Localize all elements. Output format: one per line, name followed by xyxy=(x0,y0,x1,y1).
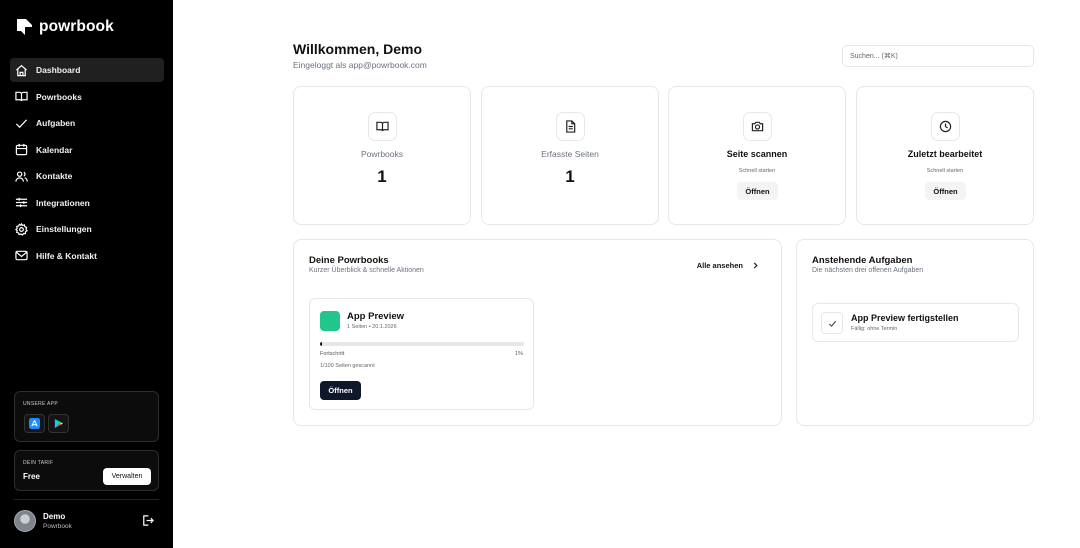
sidebar-divider xyxy=(14,499,159,500)
sidebar-item-dashboard[interactable]: Dashboard xyxy=(10,58,164,82)
action-label: Seite scannen xyxy=(726,149,788,159)
sidebar-item-integrationen[interactable]: Integrationen xyxy=(10,191,164,215)
book-meta: 1 Seiten • 20.1.2026 xyxy=(347,324,397,330)
stat-card-powrbooks[interactable]: Powrbooks 1 xyxy=(293,86,471,225)
sidebar-item-label: Hilfe & Kontakt xyxy=(36,250,97,261)
user-org: Powrbook xyxy=(43,523,72,530)
task-due: Fällig: ohne Termin xyxy=(851,326,898,332)
stat-card-erfasste-seiten[interactable]: Erfasste Seiten 1 xyxy=(481,86,659,225)
panel-title: Deine Powrbooks xyxy=(309,255,389,266)
book-open-icon xyxy=(368,112,397,141)
sidebar-nav: Dashboard Powrbooks Aufgaben Kalendar Ko… xyxy=(10,58,164,270)
sidebar-item-kalendar[interactable]: Kalendar xyxy=(10,138,164,162)
panel-subtitle: Kurzer Überblick & schnelle Aktionen xyxy=(309,267,424,274)
avatar xyxy=(14,510,36,532)
plan-box: DEIN TARIF Free Verwalten xyxy=(14,450,159,491)
book-icon xyxy=(15,91,28,102)
task-item[interactable]: App Preview fertigstellen Fällig: ohne T… xyxy=(812,303,1019,342)
open-book-button[interactable]: Öffnen xyxy=(320,381,361,400)
pages-scanned: 1/100 Seiten gescannt xyxy=(320,363,375,369)
task-checkbox[interactable] xyxy=(821,312,843,334)
check-icon xyxy=(828,320,836,327)
stat-value: 1 xyxy=(565,167,575,186)
tasks-panel: Anstehende Aufgaben Die nächsten drei of… xyxy=(796,239,1034,426)
powrbooks-panel: Deine Powrbooks Kurzer Überblick & schne… xyxy=(293,239,782,426)
recent-open-button[interactable]: Öffnen xyxy=(925,182,966,200)
calendar-icon xyxy=(15,143,28,156)
progress-bar xyxy=(320,342,524,346)
action-card-scan: Seite scannen Schnell starten Öffnen xyxy=(668,86,846,225)
sidebar-item-kontakte[interactable]: Kontakte xyxy=(10,164,164,188)
sidebar-item-label: Dashboard xyxy=(36,65,81,75)
panel-title: Anstehende Aufgaben xyxy=(812,255,913,266)
user-profile[interactable]: Demo Powrbook xyxy=(14,510,72,532)
sidebar-item-label: Integrationen xyxy=(36,197,90,208)
scan-open-button[interactable]: Öffnen xyxy=(737,182,778,200)
plan-caption: DEIN TARIF xyxy=(23,460,54,466)
app-store-button[interactable] xyxy=(24,414,45,433)
users-icon xyxy=(15,170,28,182)
sidebar-item-einstellungen[interactable]: Einstellungen xyxy=(10,217,164,241)
search-input[interactable] xyxy=(842,45,1034,67)
file-text-icon xyxy=(556,112,585,141)
sliders-icon xyxy=(15,197,28,208)
sidebar-item-label: Aufgaben xyxy=(36,118,76,128)
stat-value: 1 xyxy=(377,167,387,186)
view-all-link[interactable]: Alle ansehen xyxy=(697,261,759,270)
powrbook-card[interactable]: App Preview 1 Seiten • 20.1.2026 Fortsch… xyxy=(309,298,534,410)
book-color-swatch xyxy=(320,311,340,331)
google-play-button[interactable] xyxy=(48,414,69,433)
logout-icon[interactable] xyxy=(141,514,154,527)
action-hint: Schnell starten xyxy=(738,168,776,174)
mail-icon xyxy=(15,250,28,261)
panel-subtitle: Die nächsten drei offenen Aufgaben xyxy=(812,267,924,274)
sidebar-item-label: Kontakte xyxy=(36,171,73,181)
app-store-icon xyxy=(29,418,40,429)
progress-percent: 1% xyxy=(515,351,523,357)
stat-label: Erfasste Seiten xyxy=(541,149,599,159)
user-name: Demo xyxy=(43,512,66,521)
camera-icon xyxy=(743,112,772,141)
action-hint: Schnell starten xyxy=(926,168,964,174)
chevron-right-icon xyxy=(753,262,758,269)
sidebar-item-hilfe-kontakt[interactable]: Hilfe & Kontakt xyxy=(10,244,164,268)
app-download-box: UNSERE APP xyxy=(14,391,159,442)
sidebar-item-label: Einstellungen xyxy=(36,224,92,234)
task-title: App Preview fertigstellen xyxy=(851,313,959,323)
clock-icon xyxy=(931,112,960,141)
powrbook-logo-icon xyxy=(17,19,32,35)
gear-icon xyxy=(15,222,28,236)
home-icon xyxy=(16,64,27,76)
main-content: Willkommen, Demo Eingeloggt als app@powr… xyxy=(173,0,1080,548)
book-title: App Preview xyxy=(347,311,405,322)
stat-label: Powrbooks xyxy=(360,149,404,159)
login-info: Eingeloggt als app@powrbook.com xyxy=(293,60,427,70)
action-card-recent: Zuletzt bearbeitet Schnell starten Öffne… xyxy=(856,86,1034,225)
action-label: Zuletzt bearbeitet xyxy=(907,149,983,159)
sidebar-item-aufgaben[interactable]: Aufgaben xyxy=(10,111,164,135)
progress-label: Fortschritt xyxy=(320,351,345,357)
page-title: Willkommen, Demo xyxy=(293,41,423,57)
check-icon xyxy=(15,118,28,128)
manage-plan-button[interactable]: Verwalten xyxy=(103,468,151,485)
progress-fill xyxy=(320,342,323,346)
sidebar-item-label: Kalendar xyxy=(36,144,73,155)
app-caption: UNSERE APP xyxy=(23,401,58,407)
plan-name: Free xyxy=(23,472,40,481)
sidebar-item-powrbooks[interactable]: Powrbooks xyxy=(10,85,164,109)
google-play-icon xyxy=(54,418,64,429)
sidebar-item-label: Powrbooks xyxy=(36,91,82,102)
view-all-label: Alle ansehen xyxy=(696,261,743,270)
sidebar: powrbook Dashboard Powrbooks Aufgaben Ka… xyxy=(0,0,173,548)
logo[interactable]: powrbook xyxy=(16,18,114,36)
brand-name: powrbook xyxy=(39,18,114,35)
